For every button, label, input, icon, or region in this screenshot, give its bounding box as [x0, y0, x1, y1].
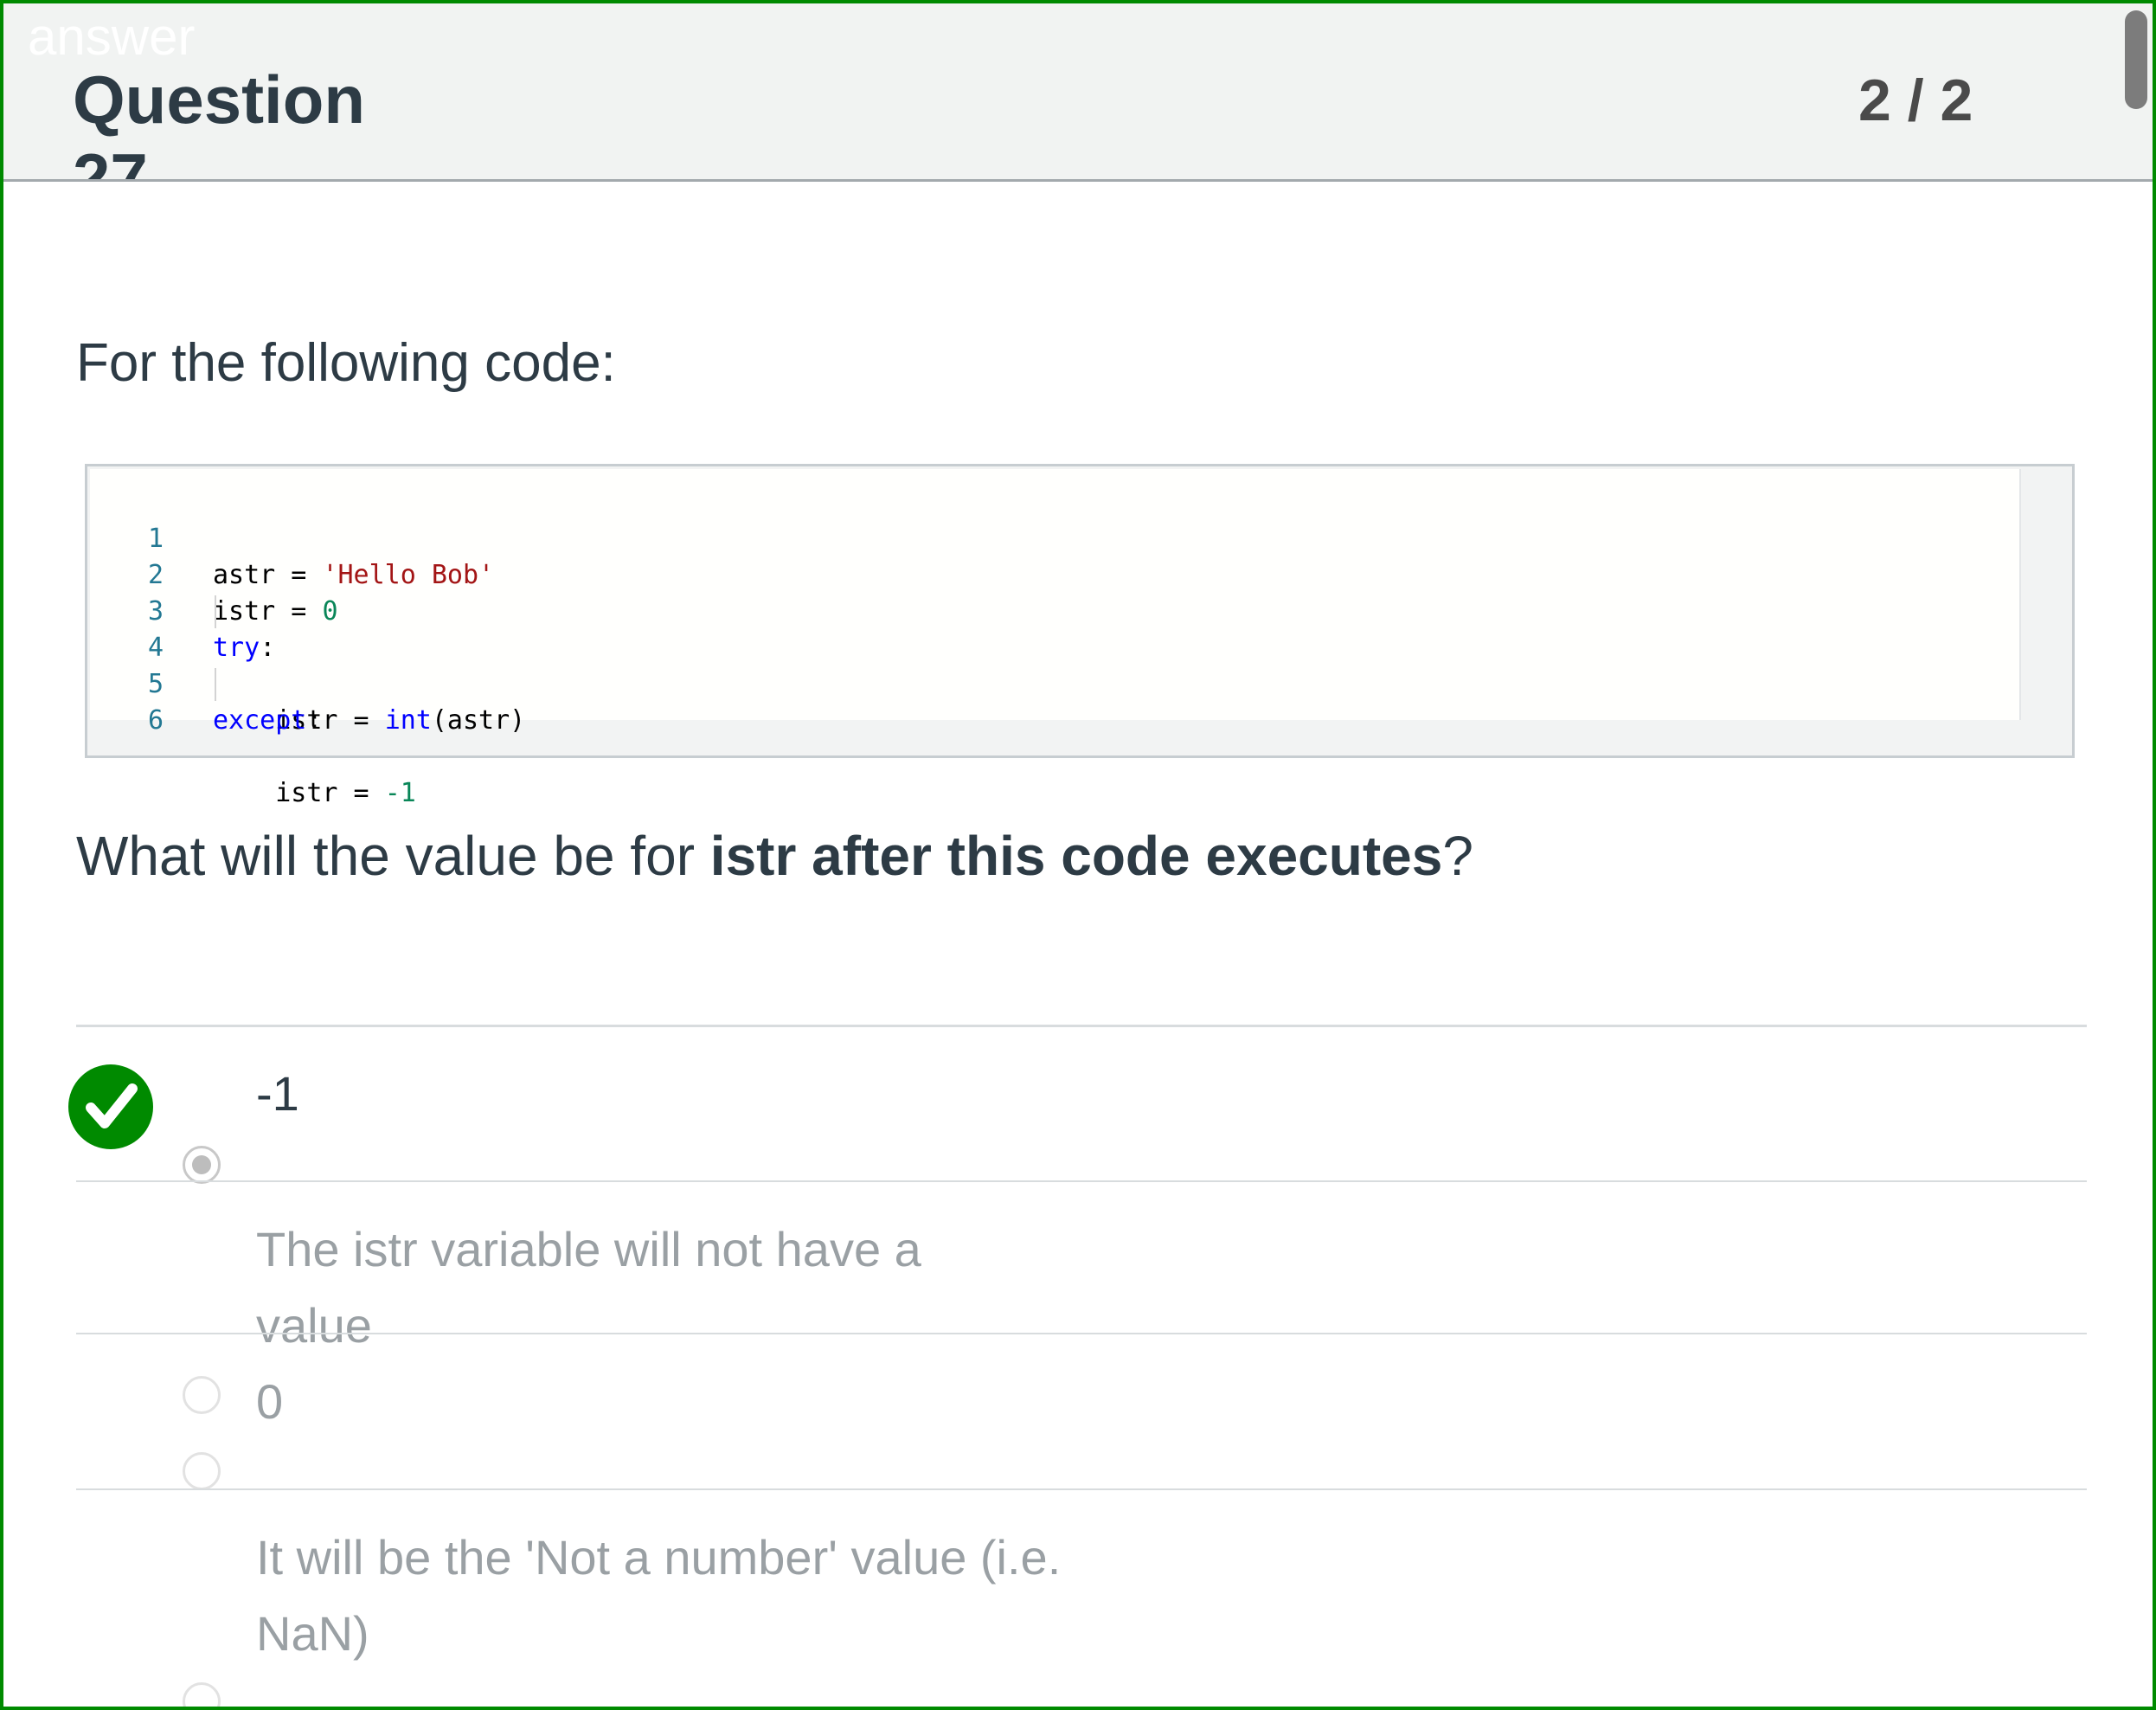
code-editor-area: 1 astr = 'Hello Bob' 2 istr = 0 3 try: 4… — [90, 469, 2021, 808]
code-line: 5 except: — [90, 630, 1993, 736]
answer-divider — [76, 1180, 2087, 1182]
code-text: istr = -1 — [213, 778, 416, 808]
answer-divider — [76, 1333, 2087, 1334]
question-header: answer Question 27 2 / 2 pts — [3, 3, 2153, 182]
answer-option-label: -1 — [256, 1066, 299, 1121]
answer-divider — [76, 1488, 2087, 1490]
question-prefix: What will the value be for — [76, 825, 710, 887]
code-line: 4 istr = int(astr) — [90, 594, 1993, 736]
code-line: 2 istr = 0 — [90, 521, 1993, 627]
answer-option-label: 0 — [256, 1374, 284, 1429]
line-number: 6 — [147, 705, 164, 736]
scrollbar-thumb[interactable] — [2125, 10, 2147, 109]
answer-overlay-label: answer — [28, 8, 196, 66]
question-text: What will the value be for istr after th… — [76, 824, 1473, 888]
answer-radio[interactable] — [183, 1452, 221, 1490]
checkmark-icon — [86, 1083, 138, 1128]
indent-guide — [215, 668, 216, 701]
answer-option-label: The istr variable will not have a value — [256, 1222, 921, 1353]
answer-radio[interactable] — [183, 1682, 221, 1707]
answer-radio-selected[interactable] — [183, 1146, 221, 1184]
question-intro: For the following code: — [76, 333, 616, 393]
code-block: 1 astr = 'Hello Bob' 2 istr = 0 3 try: 4… — [85, 464, 2075, 808]
code-line: 1 astr = 'Hello Bob' — [90, 485, 1993, 590]
answer-radio[interactable] — [183, 1376, 221, 1414]
correct-answer-badge — [68, 1064, 153, 1149]
indent-guide — [215, 595, 216, 628]
question-points: 2 / 2 pts — [1858, 68, 1973, 179]
code-line: 6 istr = -1 — [90, 666, 1993, 808]
answers-top-divider — [76, 1025, 2087, 1027]
question-emphasis: istr after this code executes — [709, 825, 1443, 887]
question-suffix: ? — [1442, 825, 1473, 887]
question-title: Question 27 — [73, 61, 366, 182]
answer-option-label: It will be the 'Not a number' value (i.e… — [256, 1530, 1062, 1661]
code-text: except: — [213, 705, 323, 736]
code-line: 3 try: — [90, 557, 1993, 663]
quiz-question-card: answer Question 27 2 / 2 pts For the fol… — [0, 0, 2156, 1710]
